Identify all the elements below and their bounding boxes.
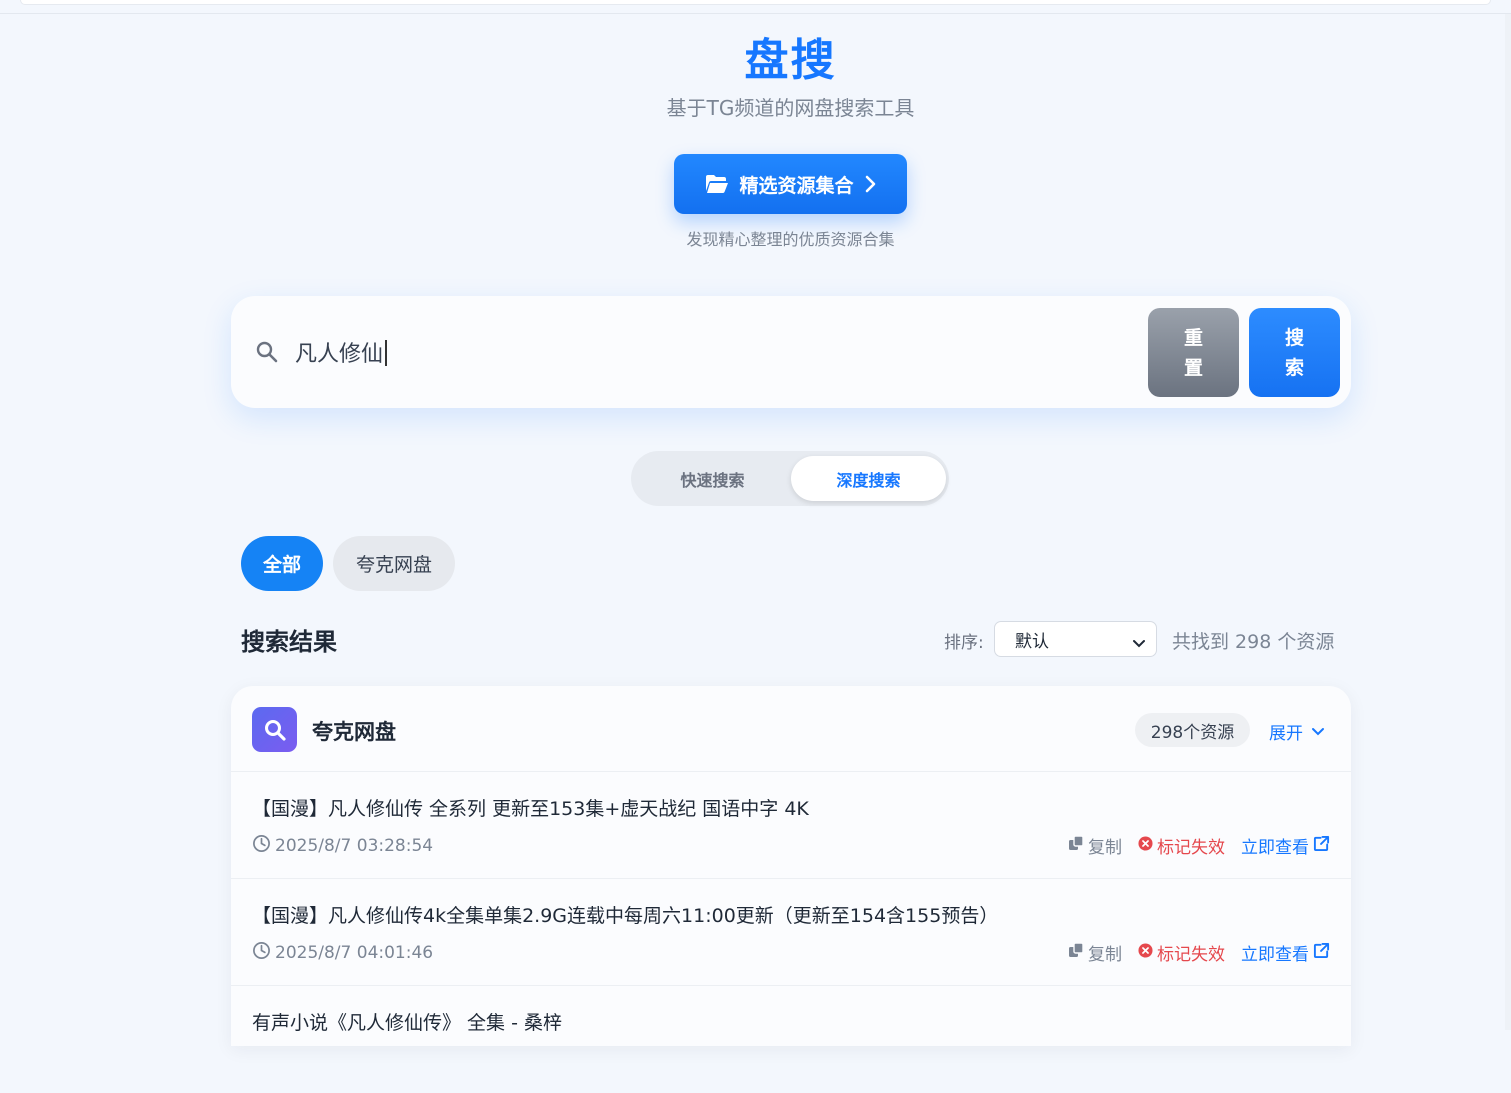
error-circle-icon bbox=[1138, 835, 1153, 856]
resource-count-badge: 298个资源 bbox=[1135, 713, 1250, 747]
search-button[interactable]: 搜 索 bbox=[1249, 308, 1340, 397]
list-item: 【国漫】凡人修仙传4k全集单集2.9G连载中每周六11:00更新（更新至154含… bbox=[231, 879, 1351, 986]
search-label-top: 搜 bbox=[1284, 326, 1304, 349]
mark-invalid-label: 标记失效 bbox=[1157, 945, 1225, 965]
quark-logo-icon bbox=[252, 707, 297, 752]
reset-label-bottom: 置 bbox=[1183, 356, 1203, 379]
item-timestamp: 2025/8/7 04:01:46 bbox=[252, 941, 433, 965]
folder-open-icon bbox=[705, 174, 729, 194]
copy-icon bbox=[1068, 942, 1084, 963]
item-time-text: 2025/8/7 04:01:46 bbox=[275, 943, 434, 963]
sort-selected-value: 默认 bbox=[1015, 631, 1049, 652]
page-title: 盘搜 bbox=[744, 35, 837, 86]
item-title[interactable]: 【国漫】凡人修仙传 全系列 更新至153集+虚天战纪 国语中字 4K bbox=[252, 794, 809, 821]
chevron-down-icon bbox=[1311, 722, 1325, 742]
item-title[interactable]: 有声小说《凡人修仙传》 全集 - 桑梓 bbox=[252, 1008, 562, 1035]
item-actions: 复制 标记失效 立即查看 bbox=[1068, 940, 1330, 965]
mark-invalid-button[interactable]: 标记失效 bbox=[1138, 940, 1225, 965]
list-item: 【国漫】凡人修仙传 全系列 更新至153集+虚天战纪 国语中字 4K 2025/… bbox=[231, 772, 1351, 879]
sort-label: 排序: bbox=[944, 633, 984, 653]
mark-invalid-button[interactable]: 标记失效 bbox=[1138, 833, 1225, 858]
view-now-label: 立即查看 bbox=[1241, 838, 1309, 858]
copy-label: 复制 bbox=[1088, 945, 1122, 965]
item-actions: 复制 标记失效 立即查看 bbox=[1068, 833, 1330, 858]
chevron-down-icon bbox=[1132, 634, 1146, 654]
item-time-text: 2025/8/7 03:28:54 bbox=[275, 836, 434, 856]
copy-button[interactable]: 复制 bbox=[1068, 940, 1122, 965]
chevron-right-icon bbox=[864, 175, 876, 193]
scrollbar-track[interactable] bbox=[1505, 14, 1511, 1030]
view-now-label: 立即查看 bbox=[1241, 945, 1309, 965]
result-group-header: 夸克网盘 298个资源 展开 bbox=[231, 686, 1351, 772]
external-link-icon bbox=[1313, 942, 1330, 964]
mark-invalid-label: 标记失效 bbox=[1157, 838, 1225, 858]
tab-fast-search[interactable]: 快速搜索 bbox=[635, 456, 790, 501]
result-group-quark: 夸克网盘 298个资源 展开 【国漫】凡人修仙传 全系列 更新至153集+虚天战… bbox=[231, 686, 1351, 1046]
list-item: 有声小说《凡人修仙传》 全集 - 桑梓 bbox=[231, 986, 1351, 1093]
results-heading: 搜索结果 bbox=[241, 628, 337, 656]
view-now-link[interactable]: 立即查看 bbox=[1241, 940, 1330, 965]
result-group-title: 夸克网盘 bbox=[312, 720, 396, 744]
featured-button-label: 精选资源集合 bbox=[739, 174, 854, 197]
browser-top-edge bbox=[0, 0, 1511, 14]
external-link-icon bbox=[1313, 835, 1330, 857]
reset-label-top: 重 bbox=[1183, 326, 1203, 349]
clock-icon bbox=[252, 834, 271, 858]
view-now-link[interactable]: 立即查看 bbox=[1241, 833, 1330, 858]
search-label-bottom: 索 bbox=[1284, 356, 1304, 379]
copy-button[interactable]: 复制 bbox=[1068, 833, 1122, 858]
sort-select[interactable]: 默认 bbox=[994, 621, 1157, 657]
reset-button[interactable]: 重 置 bbox=[1148, 308, 1239, 397]
item-title[interactable]: 【国漫】凡人修仙传4k全集单集2.9G连载中每周六11:00更新（更新至154含… bbox=[252, 901, 998, 928]
search-input[interactable] bbox=[295, 330, 1115, 374]
result-count: 共找到 298 个资源 bbox=[1172, 631, 1335, 653]
search-mode-toggle: 快速搜索 深度搜索 bbox=[631, 451, 949, 506]
featured-description: 发现精心整理的优质资源合集 bbox=[686, 230, 895, 249]
search-icon bbox=[255, 340, 279, 368]
page-subtitle: 基于TG频道的网盘搜索工具 bbox=[666, 96, 915, 120]
top-panel-edge bbox=[20, 0, 1491, 5]
tab-deep-search[interactable]: 深度搜索 bbox=[791, 456, 946, 501]
clock-icon bbox=[252, 941, 271, 965]
copy-icon bbox=[1068, 835, 1084, 856]
item-timestamp: 2025/8/7 03:28:54 bbox=[252, 834, 433, 858]
expand-label: 展开 bbox=[1269, 724, 1303, 744]
expand-button[interactable]: 展开 bbox=[1269, 719, 1325, 744]
featured-collection-button[interactable]: 精选资源集合 bbox=[674, 154, 907, 214]
copy-label: 复制 bbox=[1088, 838, 1122, 858]
search-box: 重 置 搜 索 bbox=[231, 296, 1351, 408]
text-caret bbox=[385, 340, 387, 366]
error-circle-icon bbox=[1138, 942, 1153, 963]
filter-all[interactable]: 全部 bbox=[241, 536, 323, 591]
filter-quark-pan[interactable]: 夸克网盘 bbox=[333, 536, 455, 591]
